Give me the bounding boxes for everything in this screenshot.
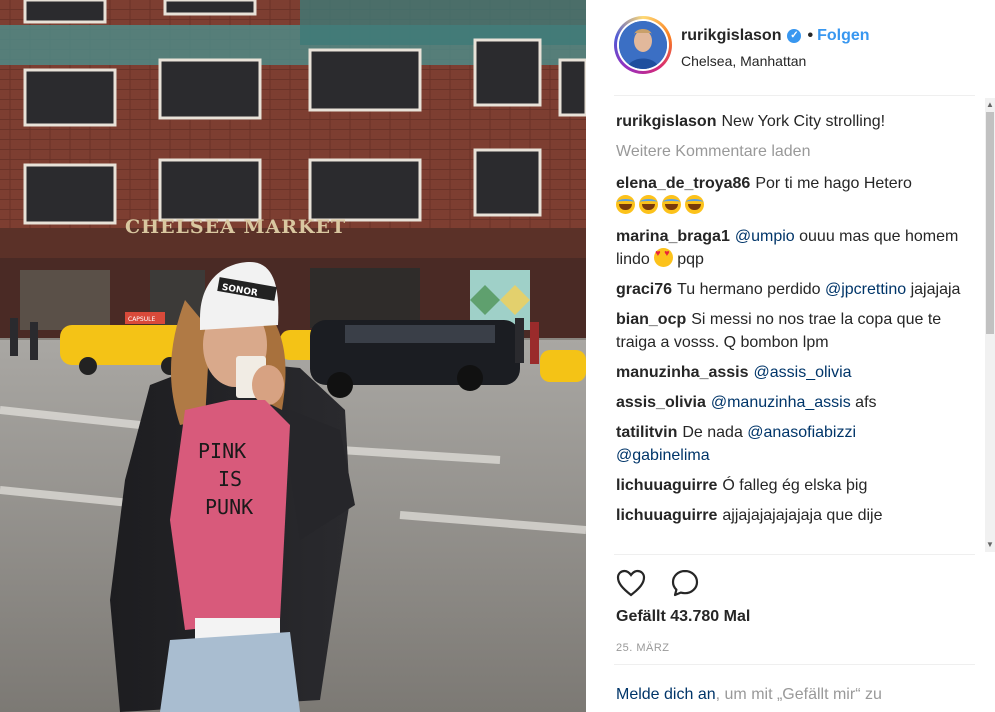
comment-username[interactable]: assis_olivia [616,394,706,411]
laughing-crying-emoji-icon [685,195,704,214]
list-item: tatilitvin De nada @anasofiabizzi @gabinel… [616,421,976,467]
comment-username[interactable]: lichuuaguirre [616,477,717,494]
taxi-sign: CAPSULE [128,316,155,323]
mention-link[interactable]: @anasofiabizzi [747,424,856,441]
heart-outline-icon [616,569,646,597]
post-photo[interactable]: CHELSEA MARKET CAPSULE SONOR PINK IS PUN… [0,0,586,712]
post-date: 25. MÄRZ [616,642,670,654]
scroll-down-icon[interactable]: ▼ [986,540,994,550]
scroll-up-icon[interactable]: ▲ [986,100,994,110]
likes-count[interactable]: Gefällt 43.780 Mal [616,608,750,626]
comment-bubble-icon [671,569,699,597]
list-item: marina_braga1 @umpio ouuu mas que homem l… [616,225,976,271]
market-sign: CHELSEA MARKET [125,216,346,238]
laughing-crying-emoji-icon [662,195,681,214]
list-item: manuzinha_assis @assis_olivia [616,361,976,384]
action-bar [614,566,702,600]
comment-username[interactable]: tatilitvin [616,424,677,441]
shirt-text-line-1: PINK [198,439,246,463]
comment-username[interactable]: bian_ocp [616,311,686,328]
list-item: elena_de_troya86 Por ti me hago Hetero [616,172,976,218]
comment-text-end: jajajaja [906,281,961,298]
mention-link[interactable]: @assis_olivia [754,364,852,381]
comment-text: New York City strolling! [721,113,886,130]
avatar-photo [619,21,667,69]
login-prompt: Melde dich an, um mit „Gefällt mir“ zu [616,686,882,704]
caption: rurikgislason New York City strolling! [616,110,976,133]
load-more-comments-button[interactable]: Weitere Kommentare laden [616,140,976,163]
comments-list[interactable]: rurikgislason New York City strolling! We… [616,110,976,554]
comment-username[interactable]: marina_braga1 [616,228,730,245]
post-details-panel: rurikgislason ✓ • Folgen Chelsea, Manhat… [586,0,995,712]
comment-button[interactable] [668,566,702,600]
divider [614,664,975,665]
separator-dot: • [807,27,814,44]
list-item: assis_olivia @manuzinha_assis afs [616,391,976,414]
comment-username[interactable]: manuzinha_assis [616,364,749,381]
laughing-crying-emoji-icon [639,195,658,214]
comment-username[interactable]: graci76 [616,281,672,298]
login-link[interactable]: Melde dich an [616,686,716,703]
shirt-text-line-2: IS [218,467,242,491]
verified-check-icon: ✓ [787,29,802,43]
post-header: rurikgislason ✓ • Folgen Chelsea, Manhat… [614,16,975,96]
mention-link[interactable]: @gabinelima [616,447,710,464]
comment-username[interactable]: rurikgislason [616,113,716,130]
avatar[interactable] [614,16,672,74]
follow-button[interactable]: Folgen [817,27,869,45]
list-item: lichuuaguirre ajjajajajajajaja que dije [616,504,976,527]
mention-link[interactable]: @umpio [735,228,795,245]
comment-username[interactable]: lichuuaguirre [616,507,717,524]
comment-text: De nada [682,424,748,441]
shirt-text-line-3: PUNK [205,495,253,519]
laughing-crying-emoji-icon [616,195,635,214]
mention-link[interactable]: @manuzinha_assis [711,394,851,411]
scrollbar-thumb[interactable] [986,112,994,334]
list-item: bian_ocp Si messi no nos trae la copa que… [616,308,976,354]
mention-link[interactable]: @jpcrettino [825,281,906,298]
list-item: lichuuaguirre Ó falleg ég elska þig [616,474,976,497]
comment-text: Tu hermano perdido [677,281,825,298]
heart-eyes-emoji-icon [654,248,674,267]
comment-text: ajjajajajajajaja que dije [722,507,883,524]
login-prompt-text: , um mit „Gefällt mir“ zu [715,686,882,703]
comment-text: afs [850,394,877,411]
comments-scrollbar[interactable]: ▲ ▼ [985,98,995,552]
location-link[interactable]: Chelsea, Manhattan [681,53,806,69]
list-item: graci76 Tu hermano perdido @jpcrettino ja… [616,278,976,301]
comment-text-end: pqp [677,251,704,268]
username-link[interactable]: rurikgislason [681,27,781,45]
comment-text: Por ti me hago Hetero [755,175,912,192]
divider [614,554,975,555]
like-button[interactable] [614,566,648,600]
comment-text: Ó falleg ég elska þig [722,477,868,494]
comment-username[interactable]: elena_de_troya86 [616,175,750,192]
